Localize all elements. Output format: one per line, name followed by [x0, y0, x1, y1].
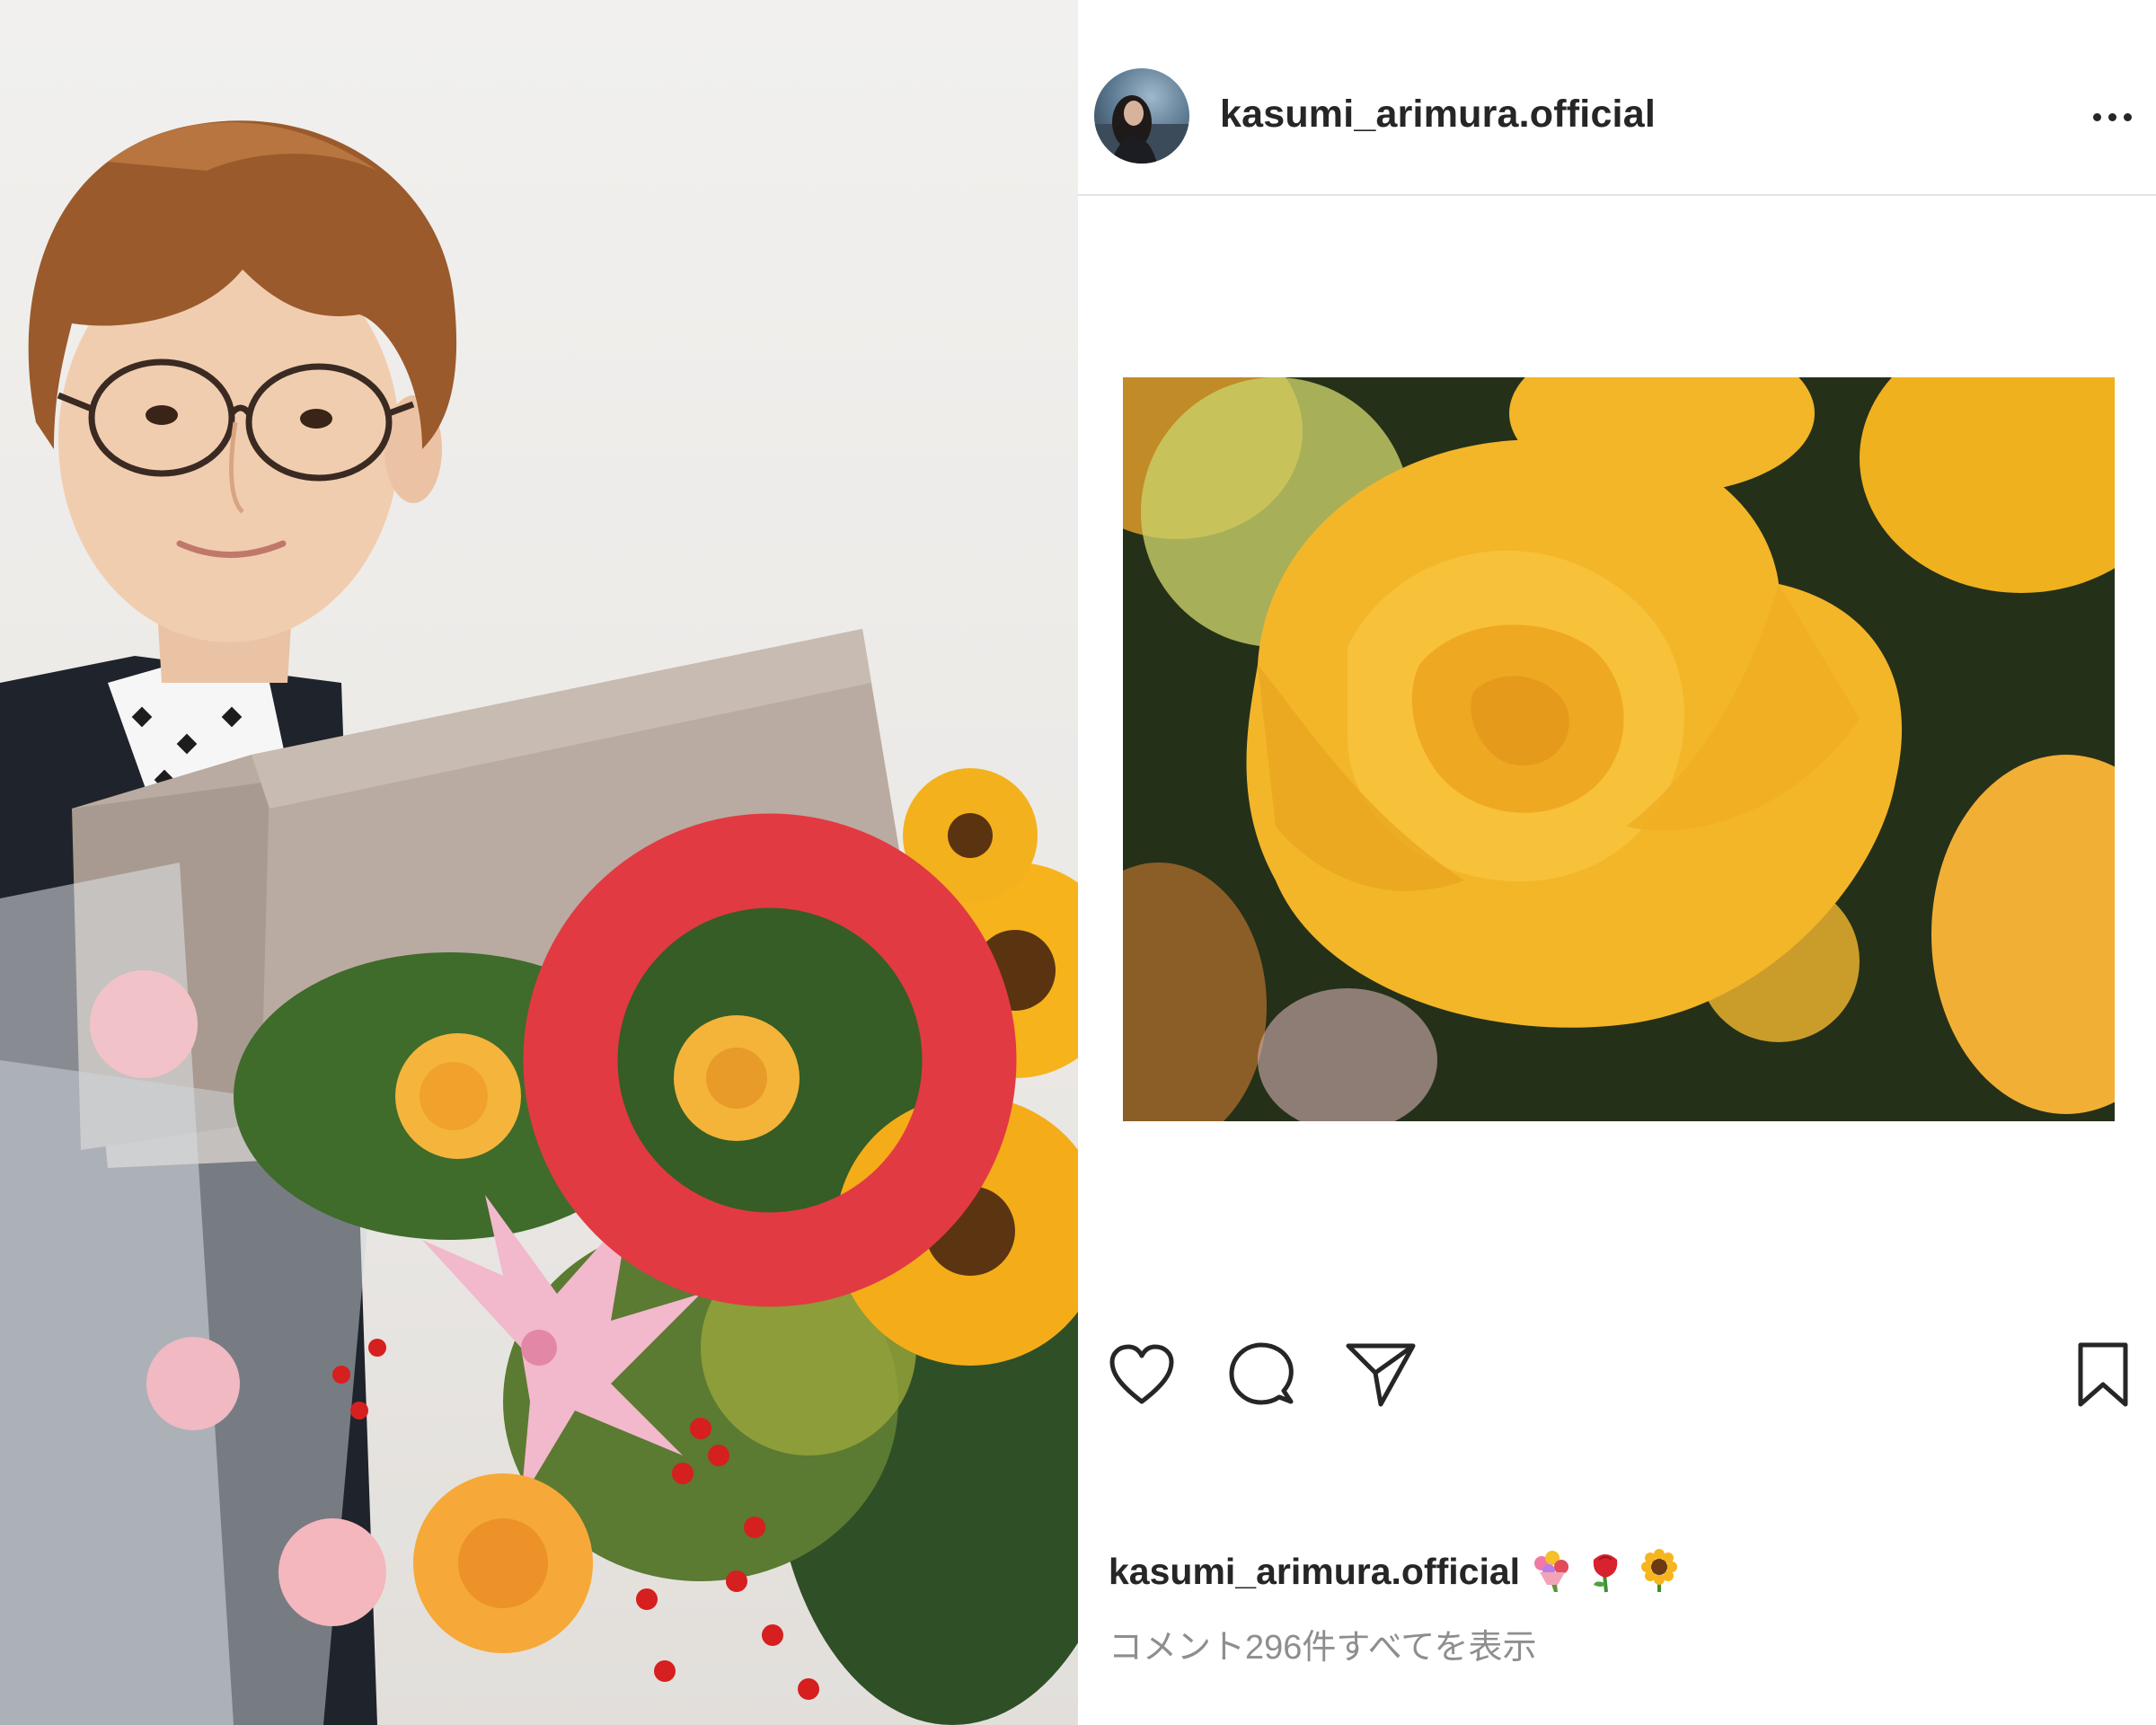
person-bouquet-photo [0, 120, 1078, 1725]
share-icon [1346, 1343, 1416, 1407]
post-caption: kasumi_arimura.official [1109, 1549, 1682, 1594]
post-username[interactable]: kasumi_arimura.official [1220, 93, 1656, 137]
more-horizontal-icon [2092, 112, 2101, 121]
yellow-rose-photo [1123, 377, 2115, 1121]
more-horizontal-icon-dot [2107, 112, 2116, 121]
heart-icon [1109, 1344, 1174, 1404]
more-options-button[interactable] [2081, 99, 2143, 135]
comment-button[interactable] [1224, 1339, 1298, 1411]
left-photo-panel [0, 0, 1078, 1725]
instagram-post: kasumi_arimura.official kasumi_arimura.o… [1078, 0, 2156, 1725]
like-button[interactable] [1105, 1339, 1179, 1411]
caption-username[interactable]: kasumi_arimura.official [1109, 1551, 1520, 1593]
post-image[interactable] [1123, 377, 2115, 1121]
post-header: kasumi_arimura.official [1078, 0, 2156, 196]
post-actions [1078, 1339, 2156, 1411]
view-all-comments-link[interactable]: コメント296件すべてを表示 [1109, 1619, 1536, 1668]
avatar-image [1094, 95, 1189, 164]
comment-icon [1229, 1342, 1294, 1405]
bookmark-button[interactable] [2066, 1339, 2140, 1411]
bookmark-icon [2078, 1342, 2128, 1407]
sunflower-emoji [1641, 1549, 1678, 1592]
avatar[interactable] [1094, 68, 1189, 164]
more-horizontal-icon-dot [2123, 112, 2132, 121]
share-button[interactable] [1344, 1339, 1418, 1411]
bouquet-emoji [1534, 1551, 1569, 1592]
rose-emoji [1593, 1554, 1618, 1593]
